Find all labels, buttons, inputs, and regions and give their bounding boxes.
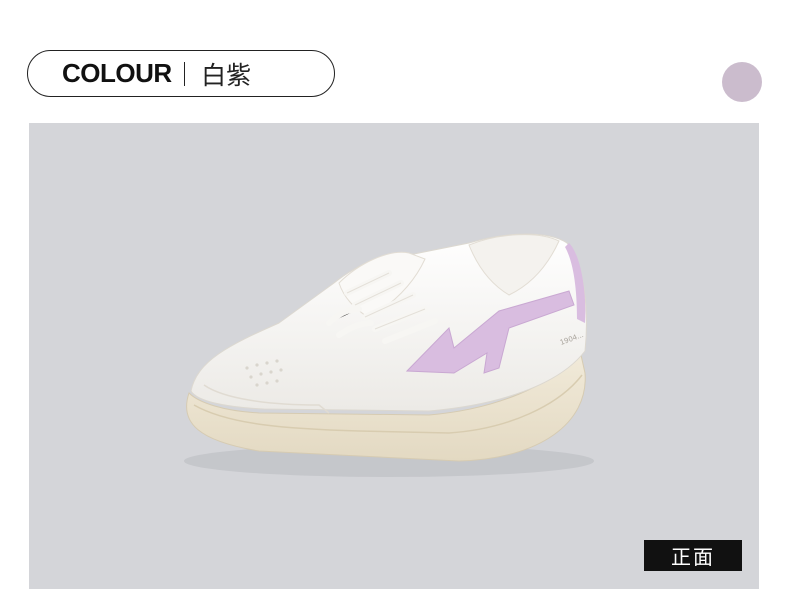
colour-name: 白紫 (201, 60, 252, 90)
colour-swatch (722, 62, 762, 102)
sneaker-illustration: 1904... (184, 233, 594, 477)
colour-divider (183, 61, 186, 86)
colour-label: COLOUR (62, 58, 172, 88)
colour-header-pill: COLOUR 白紫 (27, 50, 335, 97)
view-label-tag: 正面 (644, 540, 742, 571)
product-photo: 1904... (29, 123, 759, 589)
